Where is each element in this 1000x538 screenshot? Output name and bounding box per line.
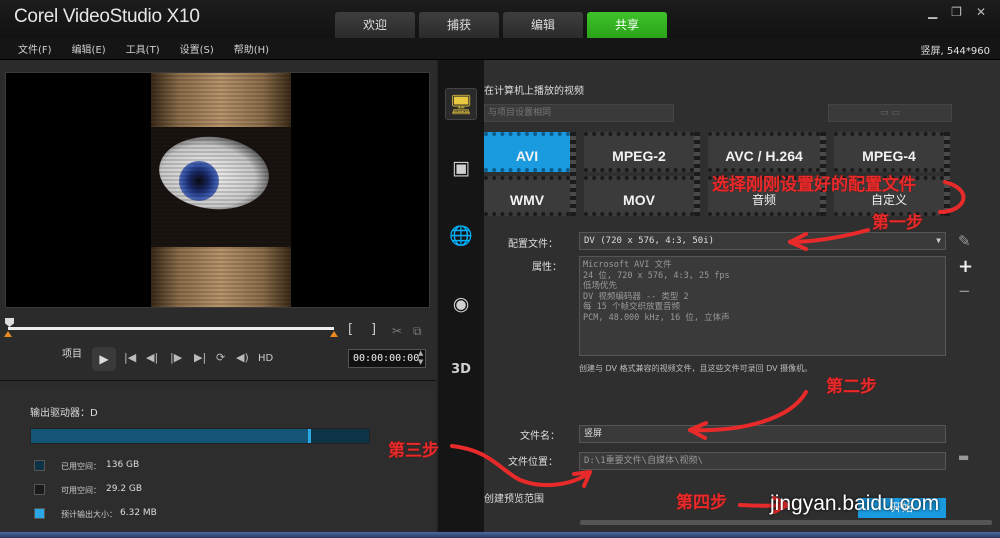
mark-in-icon[interactable] (4, 331, 12, 337)
filename-label: 文件名： (520, 431, 560, 442)
menu-file[interactable]: 文件(F) (18, 41, 52, 56)
restore-icon[interactable]: ❐ (951, 5, 962, 19)
menu-edit[interactable]: 编辑(E) (72, 41, 106, 56)
menu-tools[interactable]: 工具(T) (126, 41, 160, 56)
share-subtitle: 在计算机上播放的视频 (484, 86, 584, 97)
profile-note: 创建与 DV 格式兼容的视频文件，且这些文件可录回 DV 摄像机。 (579, 364, 813, 373)
menu-bar: 文件(F) 编辑(E) 工具(T) 设置(S) 帮助(H) 竖屏, 544*96… (0, 38, 1000, 60)
tab-capture[interactable]: 捕获 (419, 12, 499, 38)
create-preview-range-checkbox[interactable]: 创建预览范围 (484, 490, 544, 505)
windows-taskbar (0, 532, 1000, 538)
annotation-step3: 第三步 (388, 441, 439, 461)
menu-settings[interactable]: 设置(S) (180, 41, 214, 56)
format-mov[interactable]: MOV (584, 176, 694, 216)
annotation-step1: 第一步 (872, 213, 923, 233)
disk-usage-bar (30, 428, 370, 444)
disc-icon[interactable]: ◉ (445, 288, 477, 320)
video-frame-image (151, 73, 291, 307)
3d-icon[interactable]: 3D (445, 354, 477, 386)
hd-preview-button[interactable]: HD (258, 353, 273, 364)
share-category-strip: 🖥 ▣ 🌐 ◉ 3D (438, 60, 484, 538)
tab-edit[interactable]: 编辑 (503, 12, 583, 38)
legend-used: 已用空间： 136 GB (34, 459, 334, 473)
annotation-step2: 第二步 (826, 377, 877, 397)
mark-in-button[interactable]: [ (348, 322, 353, 337)
menu-help[interactable]: 帮助(H) (234, 41, 269, 56)
drive-info: 输出驱动器：D 已用空间： 136 GB 可用空间： 29.2 GB 预计输出大… (0, 390, 436, 538)
watermark: jingyan.baidu.com (770, 492, 940, 515)
device-icon[interactable]: ▣ (445, 152, 477, 184)
web-icon[interactable]: 🌐 (445, 220, 477, 252)
next-frame-icon[interactable]: |▶ (170, 351, 182, 364)
workspace-tabs: 欢迎 捕获 编辑 共享 (335, 12, 667, 38)
profile-label: 配置文件： (508, 239, 558, 250)
format-avi[interactable]: AVI (484, 132, 570, 172)
split-clip-icon[interactable]: ✂ (392, 324, 402, 338)
annotation-step4: 第四步 (676, 493, 727, 513)
format-mpeg2[interactable]: MPEG-2 (584, 132, 694, 172)
prev-frame-icon[interactable]: ◀| (146, 351, 158, 364)
folder-icon[interactable]: ▬ (958, 450, 969, 464)
remove-profile-icon[interactable]: − (958, 282, 971, 300)
timecode-spinner[interactable]: ▲ ▼ (418, 349, 423, 367)
properties-box: Microsoft AVI 文件 24 位, 720 x 576, 4:3, 2… (579, 256, 946, 356)
scrub-timeline[interactable] (4, 318, 338, 337)
mark-out-button[interactable]: ] (371, 322, 376, 337)
disabled-button: ▭ ▭ (828, 104, 952, 122)
filename-input[interactable]: 竖屏 (579, 425, 946, 443)
file-location-label: 文件位置： (508, 457, 558, 468)
copy-icon[interactable]: ⧉ (413, 324, 422, 339)
horizontal-scrollbar[interactable] (580, 520, 992, 525)
edit-profile-icon[interactable]: ✎ (958, 232, 971, 250)
output-drive-label: 输出驱动器：D (30, 408, 98, 419)
video-preview[interactable] (5, 72, 430, 308)
legend-output-size: 预计输出大小： 6.32 MB (34, 507, 334, 521)
repeat-icon[interactable]: ⟳ (216, 351, 225, 364)
mark-out-icon[interactable] (330, 331, 338, 337)
computer-icon[interactable]: 🖥 (445, 88, 477, 120)
app-logo: Corel VideoStudio X10 (14, 6, 200, 27)
aspect-mode-indicator[interactable]: 竖屏, 544*960 (920, 42, 990, 57)
disk-used-fill (31, 429, 309, 443)
format-wmv[interactable]: WMV (484, 176, 570, 216)
dropdown-arrow-icon[interactable]: ▼ (936, 233, 941, 249)
format-avc-h264[interactable]: AVC / H.264 (708, 132, 820, 172)
timecode-field[interactable]: 00:00:00:00 (348, 349, 426, 368)
window-controls: ▁ ❐ ✕ (928, 5, 986, 19)
estimated-output-marker (308, 429, 312, 443)
home-icon[interactable]: |◀ (124, 351, 136, 364)
close-icon[interactable]: ✕ (976, 5, 986, 19)
videostudio-window: Corel VideoStudio X10 欢迎 捕获 编辑 共享 ▁ ❐ ✕ … (0, 0, 1000, 538)
file-location-input[interactable]: D:\1重要文件\自媒体\视频\ (579, 452, 946, 470)
same-as-project-select[interactable]: 与项目设置相同 (484, 104, 674, 122)
tab-welcome[interactable]: 欢迎 (335, 12, 415, 38)
properties-label: 属性： (532, 262, 562, 273)
tab-share[interactable]: 共享 (587, 12, 667, 38)
play-button[interactable]: ▶ (92, 347, 116, 371)
legend-free: 可用空间： 29.2 GB (34, 483, 334, 497)
title-bar: Corel VideoStudio X10 欢迎 捕获 编辑 共享 ▁ ❐ ✕ (0, 0, 1000, 38)
share-panel: 🖥 ▣ 🌐 ◉ 3D 在计算机上播放的视频 与项目设置相同 ▭ ▭ AVI MP… (438, 60, 1000, 538)
format-mpeg4[interactable]: MPEG-4 (834, 132, 944, 172)
playhead-handle[interactable] (5, 318, 14, 327)
profile-select[interactable]: DV (720 x 576, 4:3, 50i) ▼ (579, 232, 946, 250)
end-icon[interactable]: ▶| (194, 351, 206, 364)
project-mode-label[interactable]: 项目 (62, 345, 82, 360)
volume-icon[interactable]: ◀) (236, 351, 249, 364)
add-profile-icon[interactable]: + (958, 256, 973, 277)
minimize-icon[interactable]: ▁ (928, 5, 937, 19)
annotation-select-profile: 选择刚刚设置好的配置文件 (712, 175, 916, 195)
player-panel: [ ] ✂ ⧉ 项目 ▶ |◀ ◀| |▶ ▶| ⟳ ◀) HD 00:00:0… (0, 60, 436, 538)
